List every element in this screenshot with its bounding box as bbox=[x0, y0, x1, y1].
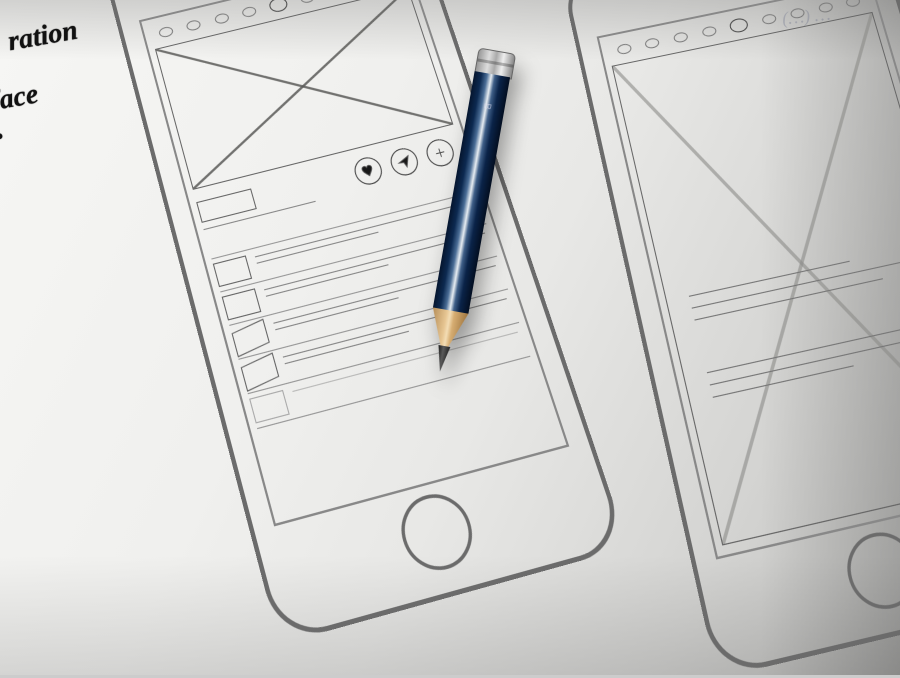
dot-icon[interactable] bbox=[158, 26, 174, 39]
dot-icon[interactable] bbox=[241, 6, 257, 19]
home-button[interactable] bbox=[839, 526, 900, 617]
pencil-brand-mark: B bbox=[480, 102, 492, 112]
phone-wireframe-left bbox=[100, 0, 629, 644]
dot-icon[interactable] bbox=[186, 19, 202, 32]
handwritten-annotation: ration s face. bbox=[0, 0, 104, 201]
like-button[interactable] bbox=[351, 154, 385, 187]
home-button[interactable] bbox=[392, 486, 481, 578]
phone-wireframe-right bbox=[560, 0, 900, 678]
thumb-placeholder bbox=[249, 390, 290, 424]
thumb-placeholder bbox=[222, 288, 262, 320]
dot-icon[interactable] bbox=[701, 25, 717, 37]
dot-icon[interactable] bbox=[299, 0, 315, 4]
dot-active-icon[interactable] bbox=[268, 0, 289, 14]
dot-icon[interactable] bbox=[761, 13, 777, 25]
paper-plane-icon bbox=[395, 153, 413, 171]
heart-icon bbox=[359, 162, 377, 180]
screen-area bbox=[597, 0, 900, 560]
thumb-placeholder bbox=[213, 255, 252, 287]
dot-icon[interactable] bbox=[213, 12, 229, 25]
pencil-graphite-tip bbox=[434, 345, 450, 373]
list bbox=[211, 191, 558, 515]
dot-icon[interactable] bbox=[789, 7, 805, 19]
dot-icon[interactable] bbox=[616, 43, 632, 55]
share-button[interactable] bbox=[387, 145, 421, 178]
paper-surface: ration s face. (…) … bbox=[0, 0, 900, 675]
dot-icon[interactable] bbox=[673, 31, 689, 43]
dot-icon[interactable] bbox=[644, 37, 660, 49]
plus-icon bbox=[431, 144, 450, 162]
dot-icon[interactable] bbox=[817, 1, 833, 13]
dot-active-icon[interactable] bbox=[729, 17, 750, 34]
dot-icon[interactable] bbox=[845, 0, 861, 8]
